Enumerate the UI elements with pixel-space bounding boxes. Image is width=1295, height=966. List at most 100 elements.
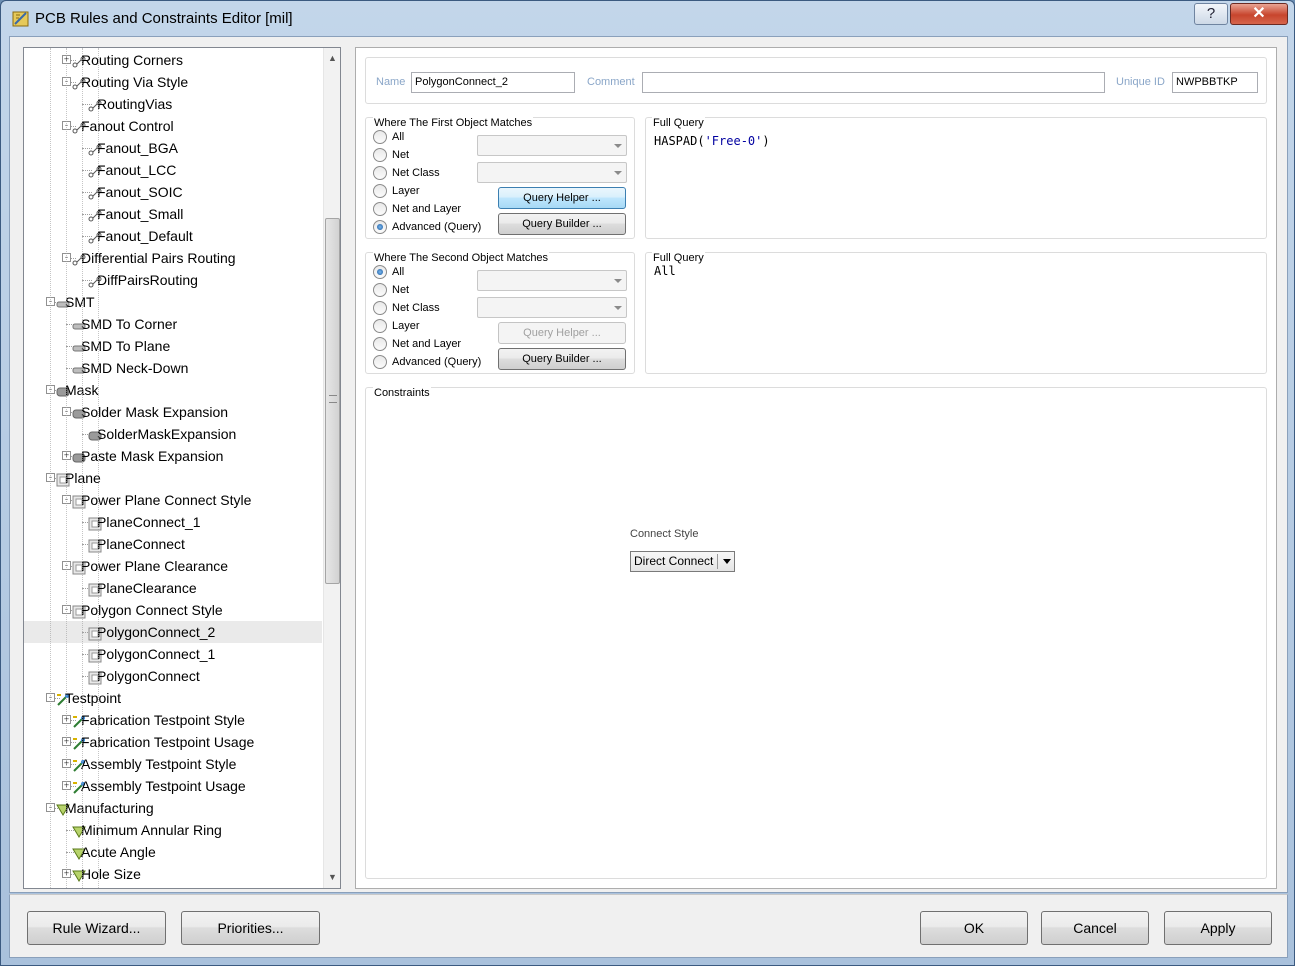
tree-item[interactable]: - Differential Pairs Routing — [24, 247, 322, 269]
tree-item-label: Minimum Annular Ring — [81, 822, 222, 838]
radio-label: Net — [392, 149, 410, 161]
tree-item[interactable]: - Power Plane Clearance — [24, 555, 322, 577]
tree-guide-line — [66, 48, 67, 888]
tree-item[interactable]: Fanout_Default — [24, 225, 322, 247]
tree-item-label: Routing Corners — [81, 52, 183, 68]
radio-button-icon[interactable] — [373, 148, 387, 162]
tree-item[interactable]: PolygonConnect_2 — [24, 621, 322, 643]
radio-button-icon[interactable] — [373, 130, 387, 144]
tree-item-label: Fanout Control — [81, 118, 174, 134]
first-query-builder-button[interactable]: Query Builder ... — [498, 213, 626, 235]
window-title: PCB Rules and Constraints Editor [mil] — [35, 10, 293, 27]
tree-item[interactable]: Minimum Annular Ring — [24, 819, 322, 841]
tree-item[interactable]: PlaneConnect_1 — [24, 511, 322, 533]
rule-wizard-button[interactable]: Rule Wizard... — [27, 911, 166, 945]
tree-item-label: Polygon Connect Style — [81, 602, 223, 618]
ok-button[interactable]: OK — [920, 911, 1028, 945]
tree-item[interactable]: SMD To Plane — [24, 335, 322, 357]
tree-item-label: Power Plane Clearance — [81, 558, 229, 574]
tree-item-label: PolygonConnect_2 — [97, 624, 216, 640]
tree-item[interactable]: - Polygon Connect Style — [24, 599, 322, 621]
tree-item[interactable]: PolygonConnect — [24, 665, 322, 687]
tree-item[interactable]: Acute Angle — [24, 841, 322, 863]
connect-style-label: Connect Style — [629, 528, 700, 540]
tree-item[interactable]: SMD Neck-Down — [24, 357, 322, 379]
first-match-group: Where The First Object Matches All Net Net… — [365, 117, 635, 239]
tree-item[interactable]: + Fabrication Testpoint Style — [24, 709, 322, 731]
first-full-query-text[interactable]: HASPAD('Free-0') — [654, 134, 770, 148]
tree-item[interactable]: DiffPairsRouting — [24, 269, 322, 291]
tree-item-label: Fabrication Testpoint Style — [81, 712, 245, 728]
tree-item[interactable]: + Fabrication Testpoint Usage — [24, 731, 322, 753]
tree-item[interactable]: - Routing Via Style — [24, 71, 322, 93]
comment-field[interactable] — [642, 72, 1105, 93]
scroll-down-arrow-icon[interactable]: ▼ — [324, 869, 340, 886]
tree-item[interactable]: - Power Plane Connect Style — [24, 489, 322, 511]
tree-item[interactable]: PlaneClearance — [24, 577, 322, 599]
chevron-down-icon — [723, 559, 731, 564]
radio-button-icon[interactable] — [373, 184, 387, 198]
radio-button-icon[interactable] — [373, 202, 387, 216]
close-button[interactable]: ✕ — [1230, 3, 1288, 25]
tree-item-label: Solder Mask Expansion — [81, 404, 229, 420]
tree-item[interactable]: + Assembly Testpoint Style — [24, 753, 322, 775]
tree-item[interactable]: PolygonConnect_1 — [24, 643, 322, 665]
radio-button-icon[interactable] — [373, 355, 387, 369]
tree-item[interactable]: + Hole Size — [24, 863, 322, 885]
tree-item[interactable]: + Assembly Testpoint Usage — [24, 775, 322, 797]
tree-item[interactable]: - Manufacturing — [24, 797, 322, 819]
constraints-group: Constraints Connect Style Direct Connect — [365, 387, 1267, 879]
radio-button-icon[interactable] — [373, 283, 387, 297]
scroll-up-arrow-icon[interactable]: ▲ — [324, 50, 340, 67]
tree-item[interactable]: Fanout_Small — [24, 203, 322, 225]
first-query-helper-button[interactable]: Query Helper ... — [498, 187, 626, 209]
dialog-client-area: + Routing Corners - Routing Via Style Routin… — [9, 36, 1288, 893]
radio-button-icon[interactable] — [373, 220, 387, 234]
tree-item[interactable]: Fanout_LCC — [24, 159, 322, 181]
tree-item[interactable]: SolderMaskExpansion — [24, 423, 322, 445]
first-full-query-box: Full Query HASPAD('Free-0') — [645, 117, 1267, 239]
tree-item-label: SMD To Corner — [81, 316, 178, 332]
tree-item[interactable]: - Fanout Control — [24, 115, 322, 137]
tree-item[interactable]: - Testpoint — [24, 687, 322, 709]
radio-button-icon[interactable] — [373, 265, 387, 279]
radio-button-icon[interactable] — [373, 301, 387, 315]
second-net-combo — [477, 270, 627, 291]
title-bar: PCB Rules and Constraints Editor [mil] ?… — [1, 1, 1294, 37]
tree-item[interactable]: RoutingVias — [24, 93, 322, 115]
tree-item[interactable]: + Routing Corners — [24, 49, 322, 71]
tree-item[interactable]: + Paste Mask Expansion — [24, 445, 322, 467]
radio-button-icon[interactable] — [373, 319, 387, 333]
tree-item[interactable]: SMD To Corner — [24, 313, 322, 335]
rules-tree[interactable]: + Routing Corners - Routing Via Style Routin… — [23, 47, 341, 889]
unique-id-field[interactable]: NWPBBTKP — [1172, 72, 1258, 93]
scrollbar-thumb[interactable] — [325, 218, 340, 584]
rule-identity-box: Name PolygonConnect_2 Comment Unique ID … — [365, 57, 1267, 104]
second-full-query-text[interactable]: All — [654, 264, 676, 278]
name-field[interactable]: PolygonConnect_2 — [411, 72, 575, 93]
radio-button-icon[interactable] — [373, 337, 387, 351]
priorities-button[interactable]: Priorities... — [181, 911, 320, 945]
second-query-helper-button: Query Helper ... — [498, 322, 626, 344]
tree-item-label: Power Plane Connect Style — [81, 492, 252, 508]
tree-item[interactable]: - Solder Mask Expansion — [24, 401, 322, 423]
radio-button-icon[interactable] — [373, 166, 387, 180]
second-query-builder-button[interactable]: Query Builder ... — [498, 348, 626, 370]
tree-item[interactable]: - SMT — [24, 291, 322, 313]
radio-label: Advanced (Query) — [392, 356, 482, 368]
chevron-down-icon — [614, 306, 622, 310]
tree-item[interactable]: - Mask — [24, 379, 322, 401]
tree-item[interactable]: PlaneConnect — [24, 533, 322, 555]
tree-item[interactable]: Fanout_BGA — [24, 137, 322, 159]
tree-item-label: Fanout_BGA — [97, 140, 178, 156]
help-button[interactable]: ? — [1194, 3, 1228, 25]
tree-item[interactable]: Fanout_SOIC — [24, 181, 322, 203]
connect-style-dropdown[interactable]: Direct Connect — [630, 551, 735, 572]
tree-scrollbar[interactable]: ▲ ▼ — [323, 48, 340, 888]
tree-item-label: DiffPairsRouting — [97, 272, 198, 288]
tree-item[interactable]: - Plane — [24, 467, 322, 489]
radio-label: Layer — [392, 185, 420, 197]
apply-button[interactable]: Apply — [1164, 911, 1272, 945]
cancel-button[interactable]: Cancel — [1041, 911, 1149, 945]
second-match-title: Where The Second Object Matches — [373, 252, 550, 264]
